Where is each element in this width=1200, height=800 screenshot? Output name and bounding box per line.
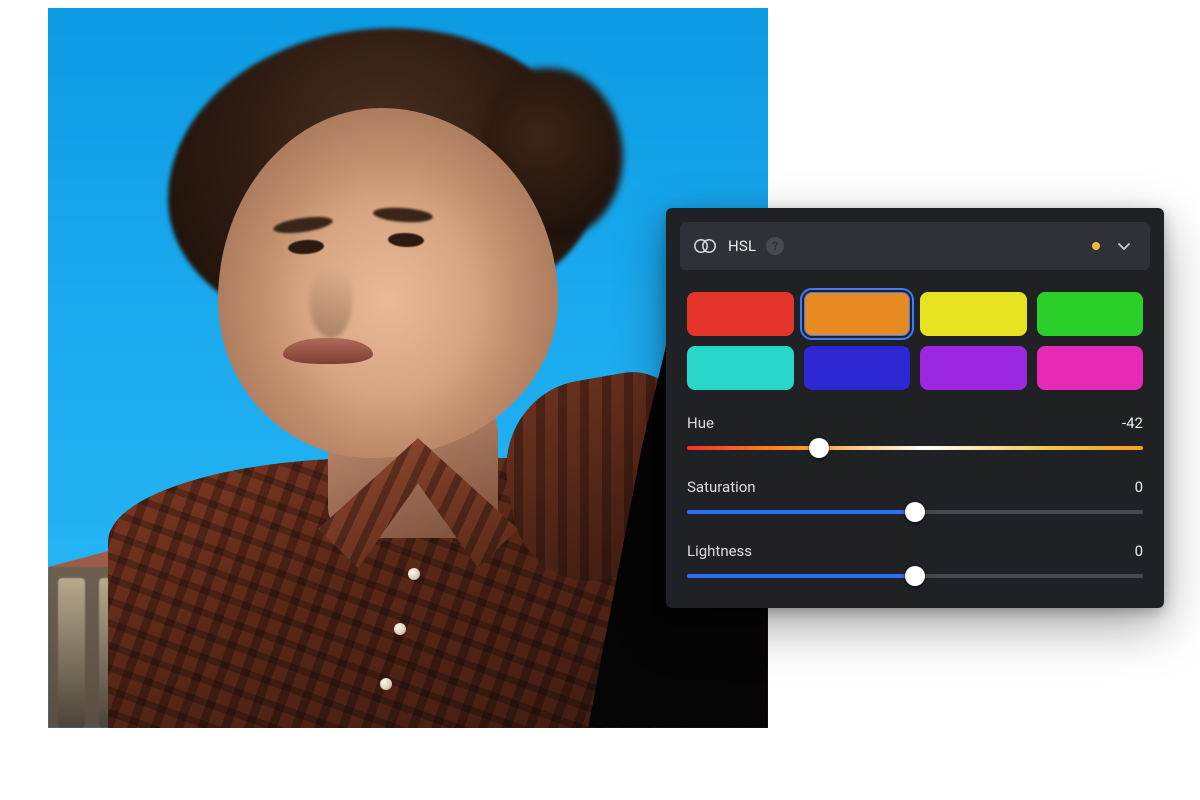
lightness-thumb[interactable] bbox=[905, 566, 925, 586]
hue-slider: Hue -42 bbox=[687, 414, 1143, 450]
swatch-yellow[interactable] bbox=[920, 292, 1027, 336]
saturation-value[interactable]: 0 bbox=[1135, 478, 1143, 496]
swatch-magenta[interactable] bbox=[1037, 346, 1144, 390]
mask-icon bbox=[694, 238, 716, 254]
help-icon[interactable]: ? bbox=[766, 237, 784, 255]
lightness-fill bbox=[687, 574, 915, 578]
slider-group: Hue -42 Saturation 0 Lightness 0 bbox=[687, 414, 1143, 578]
swatch-green[interactable] bbox=[1037, 292, 1144, 336]
swatch-orange[interactable] bbox=[804, 292, 911, 336]
lightness-track[interactable] bbox=[687, 574, 1143, 578]
lightness-value[interactable]: 0 bbox=[1135, 542, 1143, 560]
hsl-panel: HSL ? Hue -42 Saturation 0 bbox=[666, 208, 1164, 608]
swatch-purple[interactable] bbox=[920, 346, 1027, 390]
saturation-track[interactable] bbox=[687, 510, 1143, 514]
lightness-label: Lightness bbox=[687, 542, 752, 560]
hue-label: Hue bbox=[687, 414, 714, 432]
saturation-thumb[interactable] bbox=[905, 502, 925, 522]
lightness-slider: Lightness 0 bbox=[687, 542, 1143, 578]
hue-track[interactable] bbox=[687, 446, 1143, 450]
swatch-aqua[interactable] bbox=[687, 346, 794, 390]
saturation-label: Saturation bbox=[687, 478, 756, 496]
saturation-fill bbox=[687, 510, 915, 514]
preview-photo bbox=[48, 8, 768, 728]
hue-value[interactable]: -42 bbox=[1122, 414, 1143, 432]
saturation-slider: Saturation 0 bbox=[687, 478, 1143, 514]
chevron-down-icon[interactable] bbox=[1112, 234, 1136, 258]
panel-header[interactable]: HSL ? bbox=[680, 222, 1150, 270]
hue-thumb[interactable] bbox=[809, 438, 829, 458]
swatch-blue[interactable] bbox=[804, 346, 911, 390]
modified-indicator-icon bbox=[1092, 242, 1100, 250]
swatch-red[interactable] bbox=[687, 292, 794, 336]
color-swatch-grid bbox=[687, 292, 1143, 390]
panel-title: HSL bbox=[728, 237, 756, 255]
